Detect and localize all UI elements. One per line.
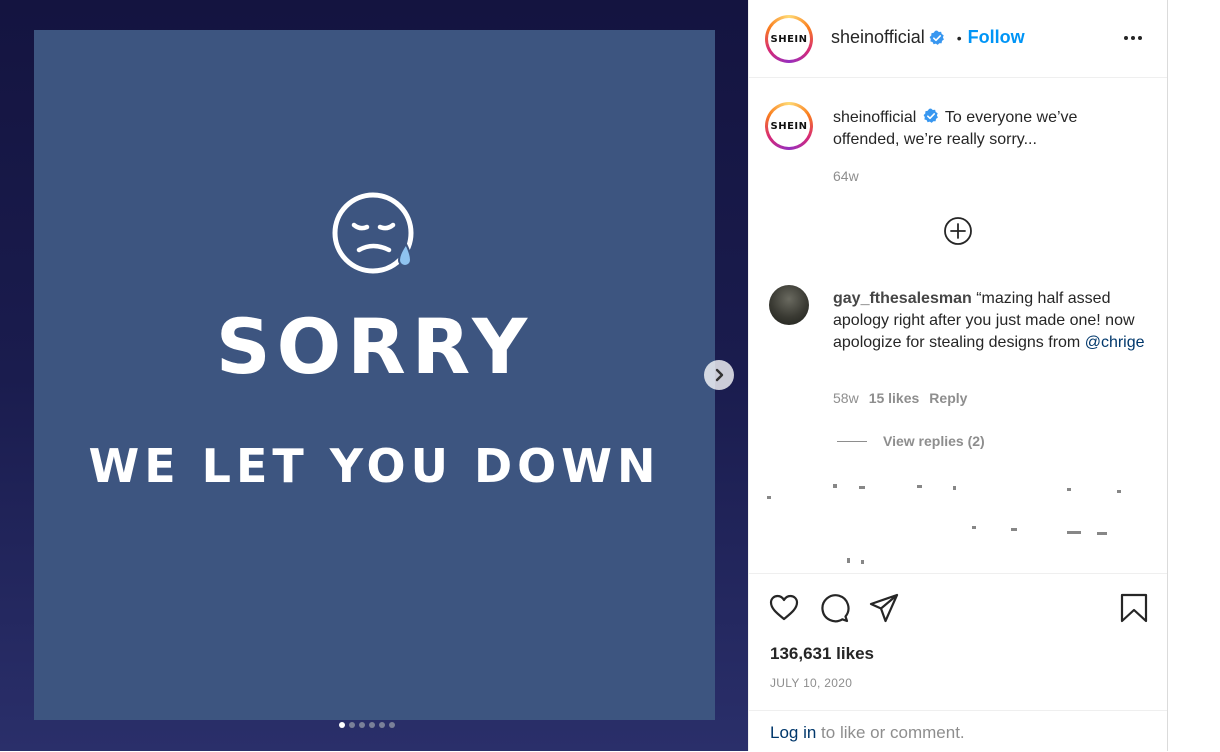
slide-subtitle: WE LET YOU DOWN	[88, 439, 661, 493]
carousel-dot-4	[369, 722, 375, 728]
heart-icon[interactable]	[768, 592, 800, 624]
verified-badge-icon	[929, 30, 944, 45]
caption-avatar[interactable]: SHEIN	[765, 102, 813, 150]
view-replies-label: View replies (2)	[883, 433, 985, 449]
view-replies-line	[837, 440, 867, 442]
comment-time[interactable]: 58w	[833, 390, 859, 406]
share-icon[interactable]	[868, 592, 900, 624]
post-actions	[749, 573, 1168, 640]
comment-mention[interactable]: @chrige	[1085, 334, 1145, 351]
login-prompt: Log in to like or comment.	[749, 710, 1168, 752]
follow-button[interactable]: Follow	[968, 27, 1025, 48]
carousel-dot-3	[359, 722, 365, 728]
avatar-text: SHEIN	[768, 18, 810, 60]
avatar[interactable]: SHEIN	[765, 15, 813, 63]
likes-count[interactable]: 136,631 likes	[770, 644, 874, 664]
carousel-indicator	[339, 722, 395, 728]
comment-avatar[interactable]	[769, 285, 809, 325]
caption: sheinofficial To everyone we’ve offended…	[833, 107, 1133, 151]
carousel-dot-1	[339, 722, 345, 728]
slide-title: SORRY	[215, 302, 534, 391]
obscured-comments	[767, 484, 1121, 564]
next-slide-button[interactable]	[704, 360, 734, 390]
login-link[interactable]: Log in	[770, 723, 816, 742]
carousel-dot-5	[379, 722, 385, 728]
post-header: SHEIN sheinofficial • Follow	[749, 0, 1168, 78]
caption-avatar-text: SHEIN	[768, 105, 810, 147]
comment: gay_fthesalesman “mazing half assed apol…	[833, 288, 1151, 354]
post-media: SORRY WE LET YOU DOWN	[0, 0, 748, 751]
post-side-panel: SHEIN sheinofficial • Follow SHEIN shein…	[748, 0, 1168, 751]
header-separator: •	[956, 29, 962, 46]
comment-meta: 58w 15 likes Reply	[833, 390, 967, 406]
login-rest: to like or comment.	[816, 723, 965, 742]
view-replies-button[interactable]: View replies (2)	[837, 433, 985, 449]
carousel-dot-6	[389, 722, 395, 728]
more-options-icon[interactable]	[1121, 28, 1145, 48]
carousel-dot-2	[349, 722, 355, 728]
comment-likes[interactable]: 15 likes	[869, 390, 920, 406]
reply-button[interactable]: Reply	[929, 390, 967, 406]
header-username[interactable]: sheinofficial	[831, 27, 925, 48]
comment-username[interactable]: gay_fthesalesman	[833, 290, 972, 307]
verified-badge-icon	[923, 108, 938, 124]
sad-face-emoji-icon	[332, 192, 414, 274]
comment-icon[interactable]	[818, 592, 850, 624]
post-date[interactable]: JULY 10, 2020	[770, 676, 852, 690]
caption-time[interactable]: 64w	[833, 168, 859, 184]
caption-username[interactable]: sheinofficial	[833, 109, 916, 126]
panel-border	[1167, 0, 1168, 751]
plus-circle-icon[interactable]	[943, 216, 973, 246]
chevron-right-icon	[715, 368, 724, 382]
bookmark-icon[interactable]	[1118, 592, 1150, 624]
post-slide-image: SORRY WE LET YOU DOWN	[34, 30, 715, 720]
